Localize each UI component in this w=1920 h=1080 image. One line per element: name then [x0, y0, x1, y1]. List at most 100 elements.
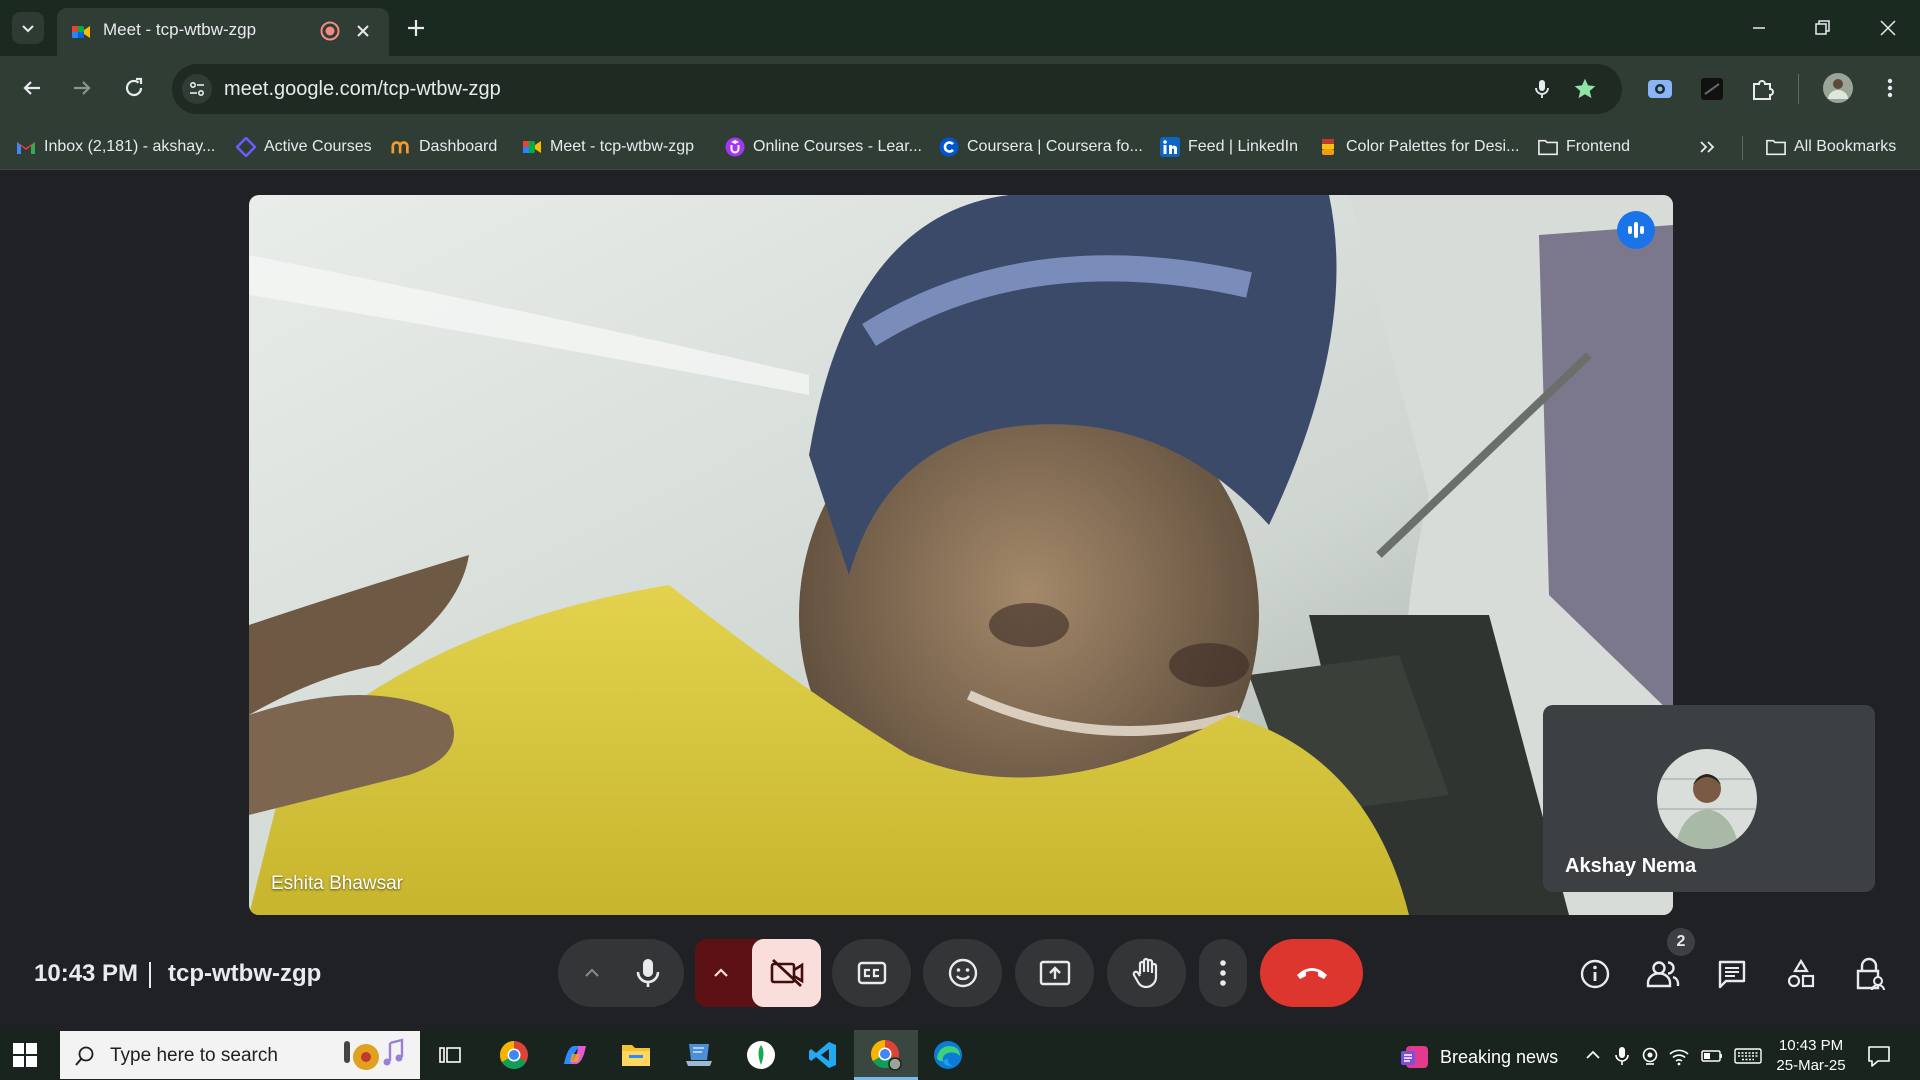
participant-video-feed [249, 195, 1673, 915]
extensions-puzzle-icon[interactable] [1748, 74, 1778, 104]
taskbar-desktop-app[interactable] [683, 1039, 715, 1071]
windows-start-icon[interactable] [12, 1042, 38, 1068]
reactions-button[interactable] [923, 939, 1002, 1007]
taskbar-vscode[interactable] [807, 1039, 839, 1071]
microphone-control-group [558, 939, 684, 1007]
restore-icon[interactable] [1808, 14, 1836, 42]
screen-capture-extension-icon[interactable] [1645, 74, 1675, 104]
clock-divider [149, 962, 151, 988]
host-controls-button[interactable] [1850, 954, 1890, 994]
info-icon [1580, 959, 1610, 989]
activities-button[interactable] [1781, 954, 1821, 994]
leave-call-button[interactable] [1260, 939, 1363, 1007]
call-end-icon [1296, 968, 1327, 979]
bookmark-folder-frontend[interactable]: Frontend [1538, 132, 1630, 162]
new-tab-icon[interactable] [402, 14, 430, 42]
meeting-details-button[interactable] [1575, 954, 1615, 994]
task-view-button[interactable] [434, 1039, 466, 1071]
taskbar-clock[interactable]: 10:43 PM 25-Mar-25 [1775, 1036, 1847, 1076]
linkedin-icon [1160, 137, 1180, 157]
coursera-icon [939, 137, 959, 157]
taskbar-mongodb-compass[interactable] [745, 1039, 777, 1071]
participant-video-tile-main[interactable]: Eshita Bhawsar [249, 195, 1673, 915]
news-widget[interactable]: Breaking news [1400, 1044, 1558, 1070]
show-hidden-icons-chevron-icon[interactable] [1583, 1046, 1603, 1064]
profile-avatar[interactable] [1822, 72, 1854, 104]
keyboard-icon[interactable] [1734, 1046, 1762, 1066]
participant-name-label: Eshita Bhawsar [271, 873, 404, 894]
browser-tab-active[interactable]: Meet - tcp-wtbw-zgp [57, 8, 389, 56]
dashboard-logo-icon [391, 141, 409, 154]
people-button[interactable] [1643, 954, 1683, 994]
chrome-icon [500, 1041, 528, 1069]
dark-extension-icon[interactable] [1697, 74, 1727, 104]
audio-options-chevron-icon[interactable] [580, 961, 604, 985]
url-text[interactable]: meet.google.com/tcp-wtbw-zgp [224, 78, 501, 101]
bookmark-linkedin[interactable]: Feed | LinkedIn [1160, 132, 1298, 162]
bookmark-star-icon[interactable] [1572, 76, 1598, 102]
present-screen-button[interactable] [1015, 939, 1094, 1007]
taskbar-copilot[interactable] [559, 1039, 591, 1071]
camera-in-use-tray-icon[interactable] [1641, 1046, 1661, 1066]
people-icon [1646, 961, 1680, 988]
battery-icon[interactable] [1700, 1046, 1724, 1066]
minimize-icon[interactable] [1745, 14, 1773, 42]
taskbar-file-explorer[interactable] [620, 1039, 652, 1071]
taskbar-edge[interactable] [932, 1039, 964, 1071]
bookmark-udemy[interactable]: Online Courses - Lear... [725, 132, 922, 162]
toolbar-divider [1798, 74, 1799, 104]
bookmark-color-palettes[interactable]: Color Palettes for Desi... [1318, 132, 1519, 162]
edge-icon [934, 1041, 962, 1069]
raise-hand-button[interactable] [1107, 939, 1186, 1007]
microphone-tray-icon[interactable] [1614, 1046, 1630, 1066]
bookmarks-bar: Inbox (2,181) - akshay... Active Courses… [0, 124, 1920, 170]
participant-tile-self[interactable]: Akshay Nema [1543, 705, 1875, 892]
bookmark-coursera[interactable]: Coursera | Coursera fo... [939, 132, 1143, 162]
search-highlight-music-icon [344, 1038, 404, 1070]
double-chevron-right-icon [1700, 141, 1715, 153]
taskbar-chrome-active[interactable] [854, 1030, 918, 1080]
wifi-icon[interactable] [1668, 1046, 1690, 1066]
taskbar-chrome[interactable] [498, 1039, 530, 1071]
all-bookmarks-button[interactable]: All Bookmarks [1766, 132, 1896, 162]
laptop-app-icon [686, 1044, 712, 1066]
mongodb-icon [747, 1041, 775, 1069]
course-diamond-icon [236, 137, 256, 157]
reload-icon[interactable] [120, 74, 148, 102]
site-info-button[interactable] [182, 74, 212, 104]
bookmarks-divider [1742, 136, 1743, 160]
notifications-icon[interactable] [1866, 1043, 1892, 1069]
microphone-button[interactable] [624, 953, 672, 993]
voice-search-icon[interactable] [1530, 77, 1554, 101]
avatar-photo [1657, 749, 1757, 849]
activities-shapes-icon [1787, 958, 1815, 988]
more-options-button[interactable] [1199, 939, 1247, 1007]
folder-icon [622, 1045, 650, 1066]
bookmarks-overflow-button[interactable] [1698, 132, 1716, 162]
bookmark-active-courses[interactable]: Active Courses [236, 132, 372, 162]
bookmark-gmail[interactable]: Inbox (2,181) - akshay... [16, 132, 215, 162]
palette-icon [1322, 139, 1334, 155]
microphone-icon [636, 959, 660, 987]
tab-search-button[interactable] [12, 12, 44, 44]
close-tab-icon[interactable] [353, 21, 373, 41]
bookmark-meet[interactable]: Meet - tcp-wtbw-zgp [522, 132, 694, 162]
news-headline: Breaking news [1440, 1046, 1559, 1067]
video-off-icon [770, 958, 803, 988]
chat-button[interactable] [1712, 954, 1752, 994]
back-icon[interactable] [18, 74, 46, 102]
taskbar-date: 25-Mar-25 [1776, 1057, 1846, 1074]
camera-toggle-button[interactable] [752, 939, 821, 1007]
video-options-chevron-icon[interactable] [709, 961, 733, 985]
close-window-icon[interactable] [1874, 14, 1902, 42]
browser-tab-strip: Meet - tcp-wtbw-zgp [0, 0, 1920, 56]
copilot-icon [564, 1045, 586, 1065]
audio-level-icon [1628, 222, 1644, 238]
bookmark-dashboard[interactable]: Dashboard [391, 132, 497, 162]
taskbar-search-box[interactable]: Type here to search [60, 1031, 420, 1079]
forward-icon[interactable] [68, 74, 96, 102]
more-vert-icon[interactable] [1876, 74, 1904, 102]
captions-button[interactable] [832, 939, 911, 1007]
speaking-indicator [1617, 211, 1655, 249]
address-bar[interactable]: meet.google.com/tcp-wtbw-zgp [172, 64, 1622, 114]
